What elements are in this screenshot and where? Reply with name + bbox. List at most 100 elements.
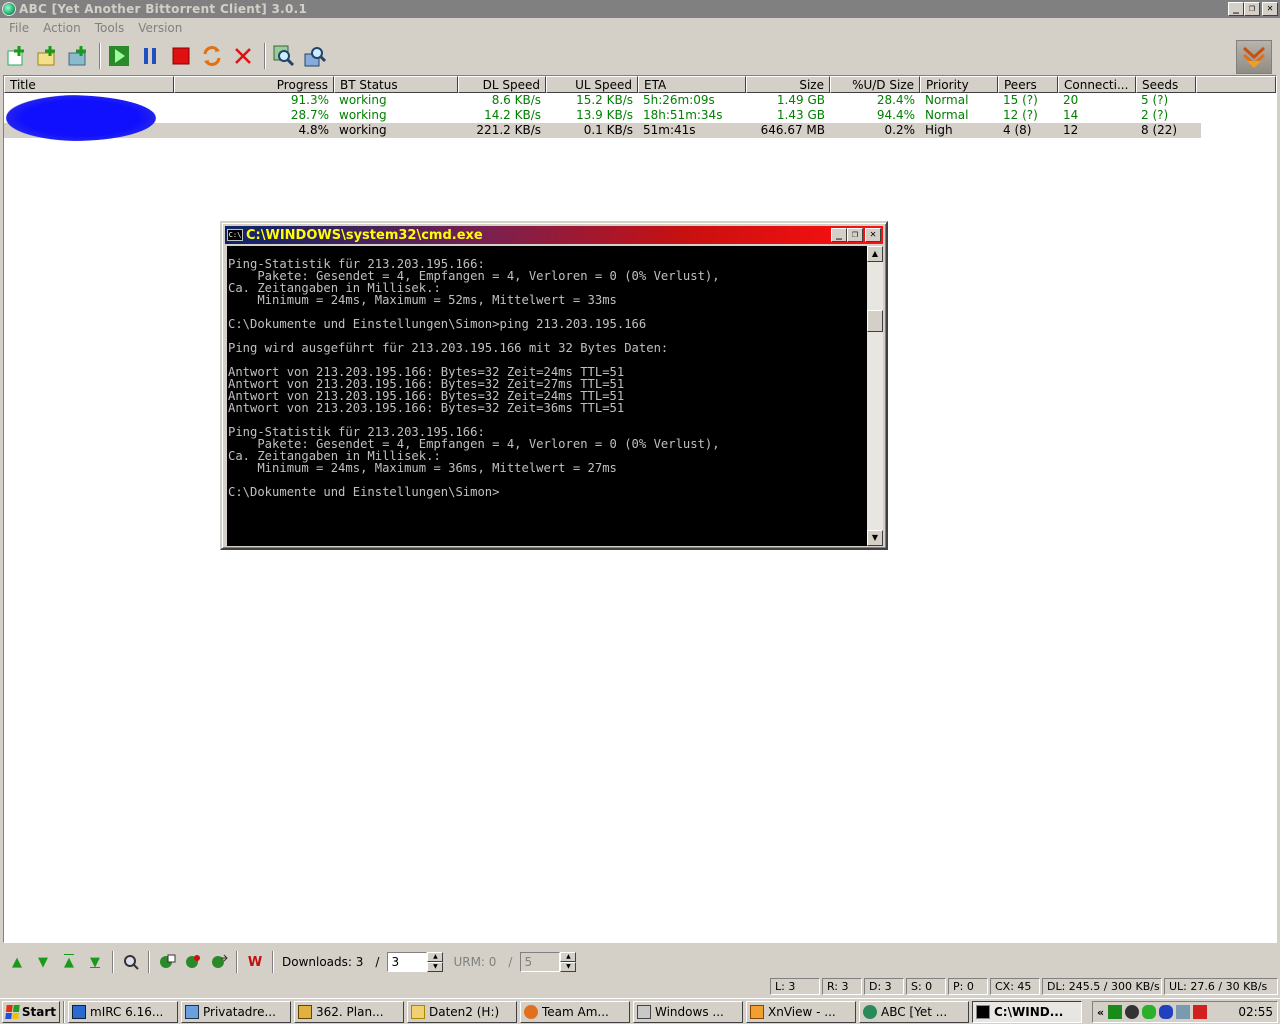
col-connections[interactable]: Connecti...	[1058, 76, 1136, 93]
move-bottom-button[interactable]: ▼	[82, 950, 108, 974]
peer-button-2[interactable]	[180, 950, 206, 974]
add-torrent-folder-button[interactable]	[64, 42, 92, 70]
tray-green-icon[interactable]	[1108, 1005, 1123, 1019]
cell-progress: 4.8%	[298, 123, 330, 137]
task-mirc[interactable]: mIRC 6.16...	[68, 1000, 178, 1023]
console-scrollbar[interactable]: ▲ ▼	[867, 246, 883, 546]
peer-button-3[interactable]	[206, 950, 232, 974]
browser-icon	[185, 1004, 199, 1019]
col-ul-speed[interactable]: UL Speed	[546, 76, 638, 93]
cmd-maximize-button[interactable]: ❐	[847, 228, 863, 242]
urm-input[interactable]	[520, 952, 561, 972]
stepper-up-icon[interactable]: ▲	[560, 952, 577, 962]
menu-action[interactable]: Action	[36, 21, 88, 35]
menu-file[interactable]: File	[2, 21, 36, 35]
move-down-button[interactable]: ▼	[30, 950, 56, 974]
col-size[interactable]: Size	[746, 76, 830, 93]
move-up-button[interactable]: ▲	[4, 950, 30, 974]
stop-button[interactable]	[167, 42, 195, 70]
w-logo-icon: W	[247, 954, 263, 970]
cell-ul-speed: 15.2 KB/s	[576, 93, 633, 107]
cmd-window[interactable]: C:\ C:\WINDOWS\system32\cmd.exe _ ❐ ✕ Pi…	[220, 221, 888, 550]
table-row[interactable]: 28.7% working 14.2 KB/s 13.9 KB/s 18h:51…	[4, 108, 1276, 123]
col-dl-speed[interactable]: DL Speed	[458, 76, 546, 93]
tray-antivirus-icon[interactable]	[1193, 1005, 1208, 1019]
remove-icon	[235, 48, 251, 64]
task-label: mIRC 6.16...	[90, 1004, 164, 1019]
close-button[interactable]: ✕	[1262, 2, 1278, 16]
col-priority[interactable]: Priority	[920, 76, 998, 93]
cell-priority: Normal	[925, 93, 969, 107]
col-progress[interactable]: Progress	[174, 76, 334, 93]
status-downloading: D: 3	[864, 978, 904, 995]
minimize-button[interactable]: _	[1228, 2, 1244, 16]
tray-expand-icon[interactable]: «	[1097, 1006, 1104, 1019]
col-ud-size[interactable]: %U/D Size	[830, 76, 920, 93]
urm-stepper[interactable]: ▲▼	[520, 952, 577, 972]
tray-clover-icon[interactable]	[1142, 1005, 1157, 1019]
cell-eta: 18h:51m:34s	[643, 108, 723, 122]
menu-tools[interactable]: Tools	[88, 21, 132, 35]
task-label: C:\WIND...	[994, 1004, 1064, 1019]
task-label: ABC [Yet ...	[881, 1004, 948, 1019]
cmd-title-bar[interactable]: C:\ C:\WINDOWS\system32\cmd.exe _ ❐ ✕	[225, 226, 883, 244]
list-header: Title Progress BT Status DL Speed UL Spe…	[4, 76, 1276, 93]
abc-app-icon[interactable]	[2, 2, 16, 16]
scroll-down-arrow-icon[interactable]: ▼	[867, 530, 883, 546]
pause-button[interactable]	[136, 42, 164, 70]
downloads-stepper[interactable]: ▲▼	[387, 952, 444, 972]
scrape-button[interactable]	[270, 42, 298, 70]
web-button[interactable]: W	[242, 950, 268, 974]
tray-network-icon[interactable]	[1176, 1005, 1191, 1019]
status-dl-rate: DL: 245.5 / 300 KB/s	[1042, 978, 1162, 995]
col-filler	[1196, 76, 1276, 93]
find-button[interactable]	[118, 950, 144, 974]
col-seeds[interactable]: Seeds	[1136, 76, 1196, 93]
maximize-button[interactable]: ❐	[1244, 2, 1260, 16]
scroll-thumb[interactable]	[867, 310, 883, 332]
task-team[interactable]: Team Am...	[520, 1000, 630, 1023]
menu-bar: File Action Tools Version	[0, 18, 1280, 37]
resume-button[interactable]	[105, 42, 133, 70]
console-output[interactable]: Ping-Statistik für 213.203.195.166: Pake…	[227, 246, 867, 546]
col-peers[interactable]: Peers	[998, 76, 1058, 93]
start-button[interactable]: Start	[2, 1000, 60, 1023]
downloads-input[interactable]	[387, 952, 428, 972]
tray-steam-icon[interactable]	[1125, 1005, 1140, 1019]
cmd-close-button[interactable]: ✕	[865, 228, 881, 242]
menu-version[interactable]: Version	[131, 21, 189, 35]
task-label: Team Am...	[542, 1004, 609, 1019]
peer-button-1[interactable]	[154, 950, 180, 974]
scroll-up-arrow-icon[interactable]: ▲	[867, 246, 883, 262]
stepper-up-icon[interactable]: ▲	[427, 952, 444, 962]
col-bt-status[interactable]: BT Status	[334, 76, 458, 93]
stepper-down-icon[interactable]: ▼	[427, 962, 444, 972]
col-eta[interactable]: ETA	[638, 76, 746, 93]
details-button[interactable]	[301, 42, 329, 70]
task-daten2[interactable]: Daten2 (H:)	[407, 1000, 517, 1023]
add-torrent-url-button[interactable]	[33, 42, 61, 70]
tray-shield-icon[interactable]	[1159, 1005, 1174, 1019]
col-title[interactable]: Title	[4, 76, 174, 93]
queue-control-bar: ▲ ▼ ▲ ▼ W Downloads: 3 / ▲▼ URM: 0 / ▲▼	[0, 947, 1280, 977]
add-torrent-button[interactable]	[2, 42, 30, 70]
table-row[interactable]: 91.3% working 8.6 KB/s 15.2 KB/s 5h:26m:…	[4, 93, 1276, 108]
task-abc[interactable]: ABC [Yet ...	[859, 1000, 969, 1023]
cell-connections: 14	[1063, 108, 1079, 122]
cell-status: working	[339, 93, 387, 107]
cmd-minimize-button[interactable]: _	[831, 228, 847, 242]
table-row[interactable]: 4.8% working 221.2 KB/s 0.1 KB/s 51m:41s…	[4, 123, 1201, 138]
queue-button[interactable]	[198, 42, 226, 70]
task-label: Windows ...	[655, 1004, 724, 1019]
move-top-button[interactable]: ▲	[56, 950, 82, 974]
status-ul-rate: UL: 27.6 / 30 KB/s	[1164, 978, 1278, 995]
abc-icon	[863, 1004, 877, 1019]
cmd-icon[interactable]: C:\	[227, 229, 243, 241]
stepper-down-icon[interactable]: ▼	[560, 962, 577, 972]
task-plan[interactable]: 362. Plan...	[294, 1000, 404, 1023]
task-privatadressen[interactable]: Privatadre...	[181, 1000, 291, 1023]
task-xnview[interactable]: XnView - ...	[746, 1000, 856, 1023]
remove-button[interactable]	[229, 42, 257, 70]
task-cmd[interactable]: C:\WIND...	[972, 1000, 1082, 1023]
task-windows[interactable]: Windows ...	[633, 1000, 743, 1023]
